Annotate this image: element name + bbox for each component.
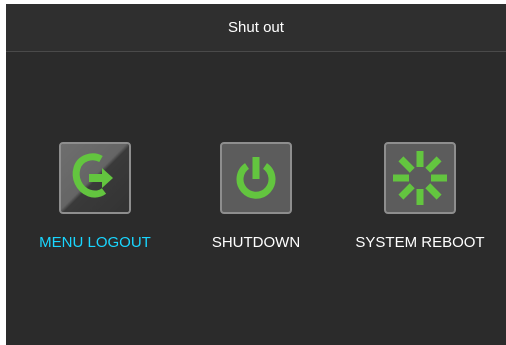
menu-logout-option[interactable]: MENU LOGOUT — [20, 142, 170, 257]
reboot-icon — [393, 151, 447, 205]
reboot-tile[interactable] — [384, 142, 456, 214]
logout-icon — [72, 153, 113, 198]
shutdown-tile[interactable] — [220, 142, 292, 214]
menu-logout-label: MENU LOGOUT — [39, 234, 151, 251]
dialog-title: Shut out — [228, 19, 284, 36]
logout-tile[interactable] — [59, 142, 131, 214]
shutdown-option[interactable]: SHUTDOWN — [191, 142, 321, 257]
power-icon — [236, 157, 276, 199]
shut-out-dialog: Shut out MENU LOGOUT SHUTDOWN SYSTEM REB… — [6, 4, 506, 345]
title-bar: Shut out — [6, 4, 506, 52]
shutdown-label: SHUTDOWN — [211, 234, 301, 251]
system-reboot-option[interactable]: SYSTEM REBOOT — [334, 142, 506, 257]
system-reboot-label: SYSTEM REBOOT — [355, 234, 485, 251]
